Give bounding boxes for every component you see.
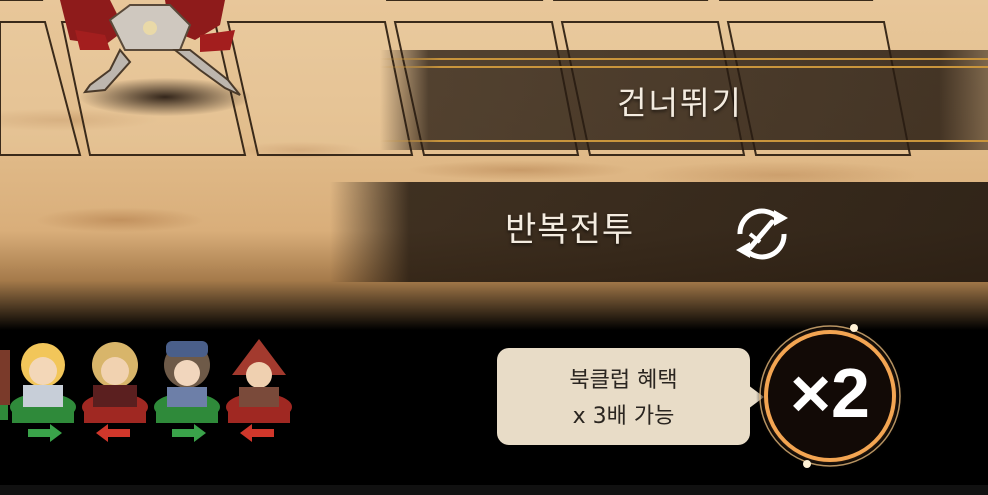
arrow-right-icon: [28, 424, 62, 442]
sparkle-icon: [850, 324, 858, 332]
speed-label[interactable]: ×2: [752, 353, 908, 433]
repeat-sword-icon[interactable]: [726, 204, 798, 264]
skip-button[interactable]: 건너뛰기: [560, 78, 800, 124]
tooltip-line-2: x 3배 가능: [572, 404, 675, 429]
knight-unit: [60, 0, 241, 96]
party-bar: [0, 335, 300, 445]
repeat-battle-button[interactable]: 반복전투: [505, 202, 634, 251]
tooltip-line-1: 북클럽 혜택: [569, 368, 678, 393]
sparkle-icon: [803, 460, 811, 468]
arrow-right-icon: [172, 424, 206, 442]
battle-scene: 건너뛰기 반복전투 북클럽 혜택 x 3배 가능 ×2: [0, 0, 988, 495]
hero-portrait-4[interactable]: [224, 335, 294, 443]
hero-portrait-3[interactable]: [152, 335, 222, 443]
bottom-edge: [0, 485, 988, 495]
arrow-left-icon: [240, 424, 274, 442]
banner-trim: [380, 66, 988, 68]
arrow-left-icon: [96, 424, 130, 442]
repeat-battle-banner[interactable]: [330, 182, 988, 282]
banner-trim: [380, 58, 988, 60]
banner-trim: [380, 140, 988, 142]
hero-portrait-1[interactable]: [8, 335, 78, 443]
hero-portrait-2[interactable]: [80, 335, 150, 443]
